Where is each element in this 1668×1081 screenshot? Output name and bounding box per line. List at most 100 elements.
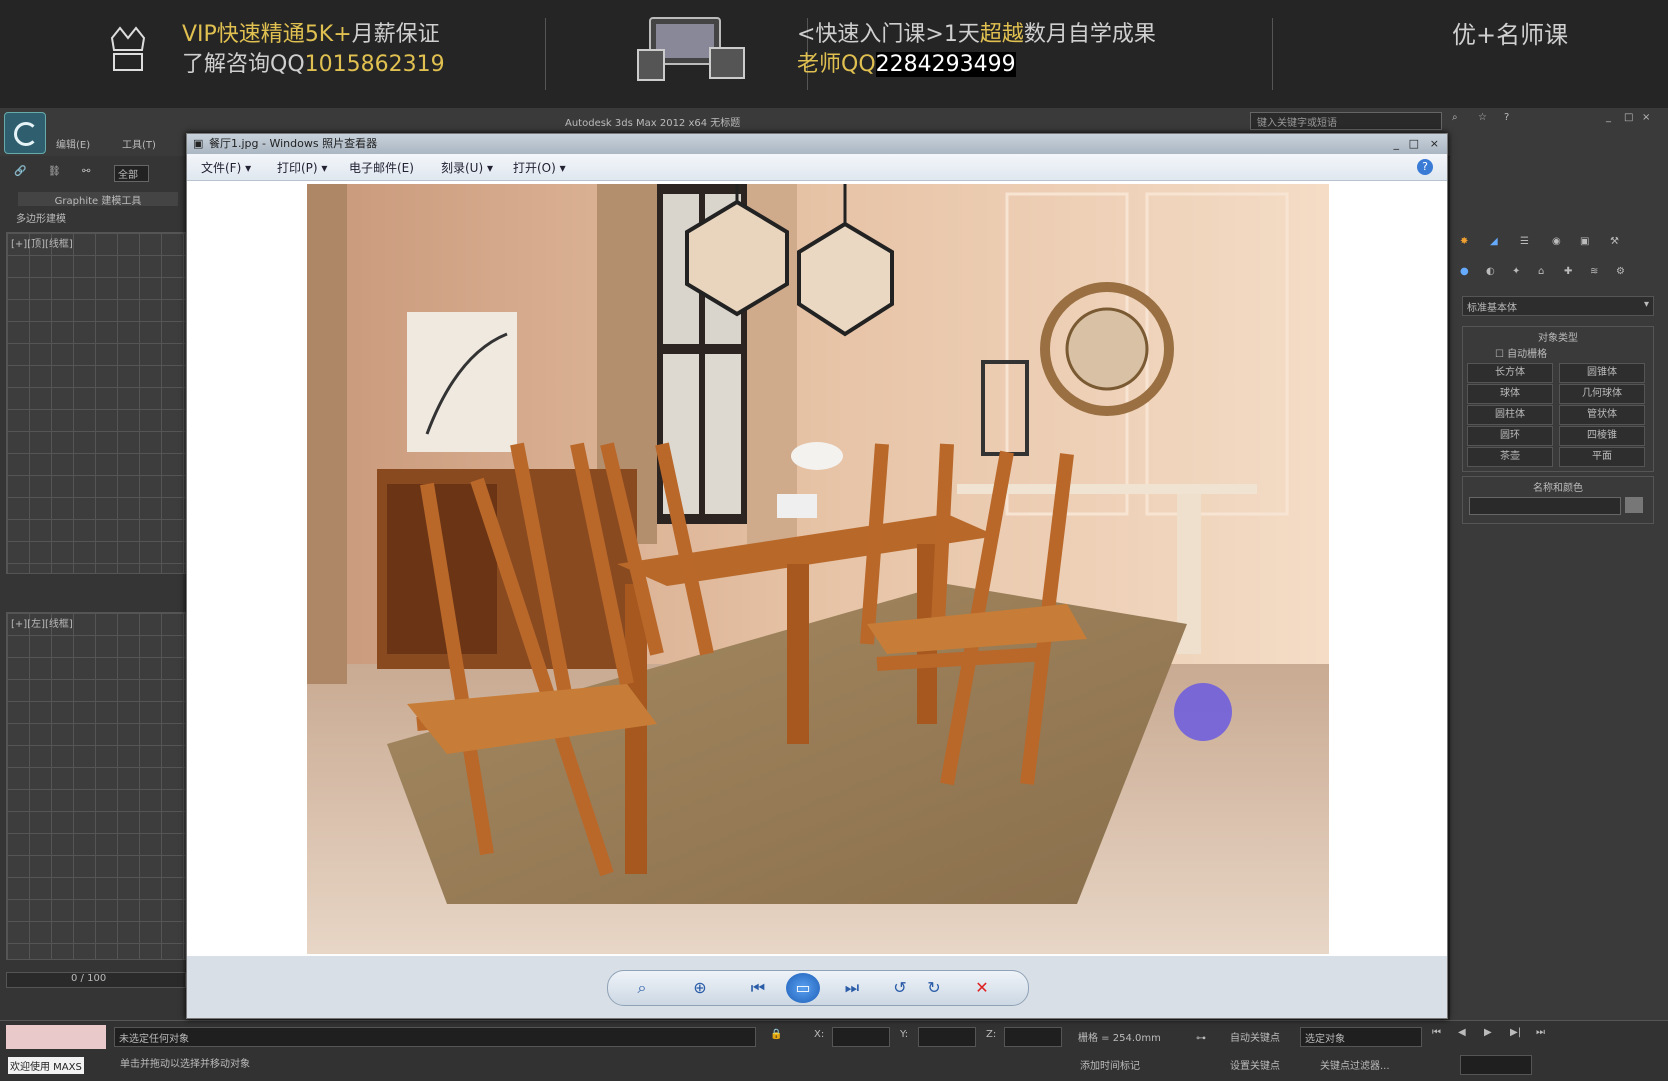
key-filters-button[interactable]: 关键点过滤器... (1320, 1057, 1390, 1072)
spacewarps-icon[interactable]: ≋ (1590, 266, 1598, 277)
viewer-maximize-button[interactable]: □ (1409, 134, 1419, 154)
motion-tab-icon[interactable]: ◉ (1552, 236, 1561, 247)
vip-line: VIP快速精通5K+月薪保证 (182, 20, 440, 50)
helpers-icon[interactable]: ✚ (1564, 266, 1572, 277)
cameras-icon[interactable]: ⌂ (1538, 266, 1544, 277)
search-icon[interactable]: ⌕ (1452, 112, 1458, 123)
selected-dropdown[interactable]: 选定对象 (1300, 1027, 1422, 1047)
zoom-icon[interactable]: ⌕ (630, 977, 654, 999)
slideshow-button[interactable]: ▭ (786, 973, 820, 1003)
app-menu-button[interactable] (4, 112, 46, 154)
coord-x-field[interactable] (832, 1027, 890, 1047)
setkey-button[interactable]: 设置关键点 (1230, 1057, 1280, 1072)
lock-icon[interactable]: 🔒 (770, 1029, 782, 1040)
maximize-icon[interactable]: □ (1624, 112, 1633, 123)
coord-z-field[interactable] (1004, 1027, 1062, 1047)
poly-modeling-tab[interactable]: 多边形建模 (16, 210, 66, 225)
object-name-field[interactable] (1469, 497, 1621, 515)
teapot-button[interactable]: 茶壶 (1467, 447, 1553, 467)
viewport-label[interactable]: [+][左][线框] (11, 615, 73, 630)
bind-icon[interactable]: ⚯ (82, 166, 90, 177)
actual-size-icon[interactable]: ⊕ (688, 977, 712, 999)
time-slider[interactable]: 0 / 100 (6, 972, 186, 988)
hierarchy-tab-icon[interactable]: ☰ (1520, 236, 1529, 247)
pyramid-button[interactable]: 四棱锥 (1559, 426, 1645, 446)
brand-logo: 优+名师课 (1452, 21, 1569, 49)
chevron-down-icon[interactable]: ▾ (1644, 299, 1649, 310)
help-icon[interactable]: ? (1504, 112, 1509, 123)
delete-icon[interactable]: ✕ (970, 977, 994, 999)
category-dropdown[interactable]: 标准基本体 ▾ (1462, 296, 1654, 316)
minimize-icon[interactable]: _ (1606, 112, 1611, 123)
plane-button[interactable]: 平面 (1559, 447, 1645, 467)
viewer-minimize-button[interactable]: _ (1394, 134, 1400, 154)
help-icon[interactable]: ? (1417, 159, 1433, 175)
play-icon[interactable]: ▶ (1484, 1027, 1492, 1038)
systems-icon[interactable]: ⚙ (1616, 266, 1625, 277)
autokey-button[interactable]: 自动关键点 (1230, 1029, 1280, 1044)
cylinder-button[interactable]: 圆柱体 (1467, 405, 1553, 425)
menu-email[interactable]: 电子邮件(E) (349, 159, 414, 176)
devices-icon (636, 14, 746, 84)
star-icon[interactable]: ☆ (1478, 112, 1487, 123)
teacher-qq: 2284293499 (875, 52, 1016, 77)
viewport-top[interactable]: [+][顶][线框] (6, 232, 186, 574)
sphere-button[interactable]: 球体 (1467, 384, 1553, 404)
shapes-icon[interactable]: ◐ (1486, 266, 1495, 277)
lights-icon[interactable]: ✦ (1512, 266, 1520, 277)
name-color-title[interactable]: 名称和颜色 (1463, 479, 1653, 494)
link-icon[interactable]: 🔗 (14, 166, 26, 177)
graphite-tab[interactable]: Graphite 建模工具 (18, 192, 178, 207)
go-end-icon[interactable]: ⏭ (1536, 1027, 1545, 1038)
next-frame-icon[interactable]: ▶| (1510, 1027, 1521, 1038)
add-time-tag[interactable]: 添加时间标记 (1080, 1057, 1140, 1072)
rotate-left-icon[interactable]: ↺ (888, 977, 912, 999)
command-tabs: ✸ ◢ ☰ ◉ ▣ ⚒ (1460, 236, 1660, 254)
rotate-right-icon[interactable]: ↻ (922, 977, 946, 999)
menu-print[interactable]: 打印(P) ▾ (277, 159, 327, 176)
autogrid-checkbox[interactable]: ☐ 自动栅格 (1495, 345, 1547, 360)
course-text: <快速入门课>1天 (797, 22, 980, 47)
tube-button[interactable]: 管状体 (1559, 405, 1645, 425)
maxscript-listener[interactable] (6, 1025, 106, 1049)
create-tab-icon[interactable]: ✸ (1460, 236, 1468, 247)
menu-edit[interactable]: 编辑(E) (56, 136, 90, 151)
selection-filter[interactable]: 全部 (114, 165, 149, 182)
status-bar: 欢迎使用 MAXS 未选定任何对象 单击并拖动以选择并移动对象 🔒 X: Y: … (0, 1020, 1668, 1081)
geosphere-button[interactable]: 几何球体 (1559, 384, 1645, 404)
viewer-close-button[interactable]: × (1430, 134, 1439, 154)
menu-burn[interactable]: 刻录(U) ▾ (441, 159, 493, 176)
utilities-tab-icon[interactable]: ⚒ (1610, 236, 1619, 247)
current-frame-field[interactable] (1460, 1055, 1532, 1075)
modify-tab-icon[interactable]: ◢ (1490, 236, 1498, 247)
go-start-icon[interactable]: ⏮ (1432, 1027, 1441, 1038)
geometry-icon[interactable]: ● (1460, 266, 1469, 277)
cone-button[interactable]: 圆锥体 (1559, 363, 1645, 383)
coord-y-field[interactable] (918, 1027, 976, 1047)
dining-room-photo (307, 184, 1329, 954)
rollout-title[interactable]: 对象类型 (1463, 329, 1653, 344)
viewport-left[interactable]: [+][左][线框] (6, 612, 186, 960)
course-line: <快速入门课>1天超越数月自学成果 (797, 20, 1156, 50)
search-input[interactable]: 键入关键字或短语 (1250, 112, 1442, 130)
next-icon[interactable]: ⏭ (840, 977, 864, 999)
autogrid-label: 自动栅格 (1507, 349, 1548, 360)
box-button[interactable]: 长方体 (1467, 363, 1553, 383)
menu-open[interactable]: 打开(O) ▾ (513, 159, 566, 176)
key-icon[interactable]: ⊶ (1196, 1033, 1206, 1044)
viewport-area: 🔗 ⛓ ⚯ 全部 Graphite 建模工具 多边形建模 [+][顶][线框] … (0, 156, 186, 1020)
viewport-label[interactable]: [+][顶][线框] (11, 235, 73, 250)
close-icon[interactable]: × (1642, 112, 1650, 123)
object-color-swatch[interactable] (1625, 497, 1643, 513)
max-logo-icon (14, 122, 38, 146)
menu-file[interactable]: 文件(F) ▾ (201, 159, 251, 176)
unlink-icon[interactable]: ⛓ (48, 166, 61, 177)
display-tab-icon[interactable]: ▣ (1580, 236, 1589, 247)
prev-frame-icon[interactable]: ◀ (1458, 1027, 1466, 1038)
create-subtabs: ● ◐ ✦ ⌂ ✚ ≋ ⚙ (1460, 266, 1660, 284)
torus-button[interactable]: 圆环 (1467, 426, 1553, 446)
previous-icon[interactable]: ⏮ (746, 977, 770, 999)
menu-tools[interactable]: 工具(T) (122, 136, 156, 151)
welcome-text[interactable]: 欢迎使用 MAXS (8, 1057, 84, 1074)
max-title: Autodesk 3ds Max 2012 x64 无标题 (565, 118, 741, 129)
